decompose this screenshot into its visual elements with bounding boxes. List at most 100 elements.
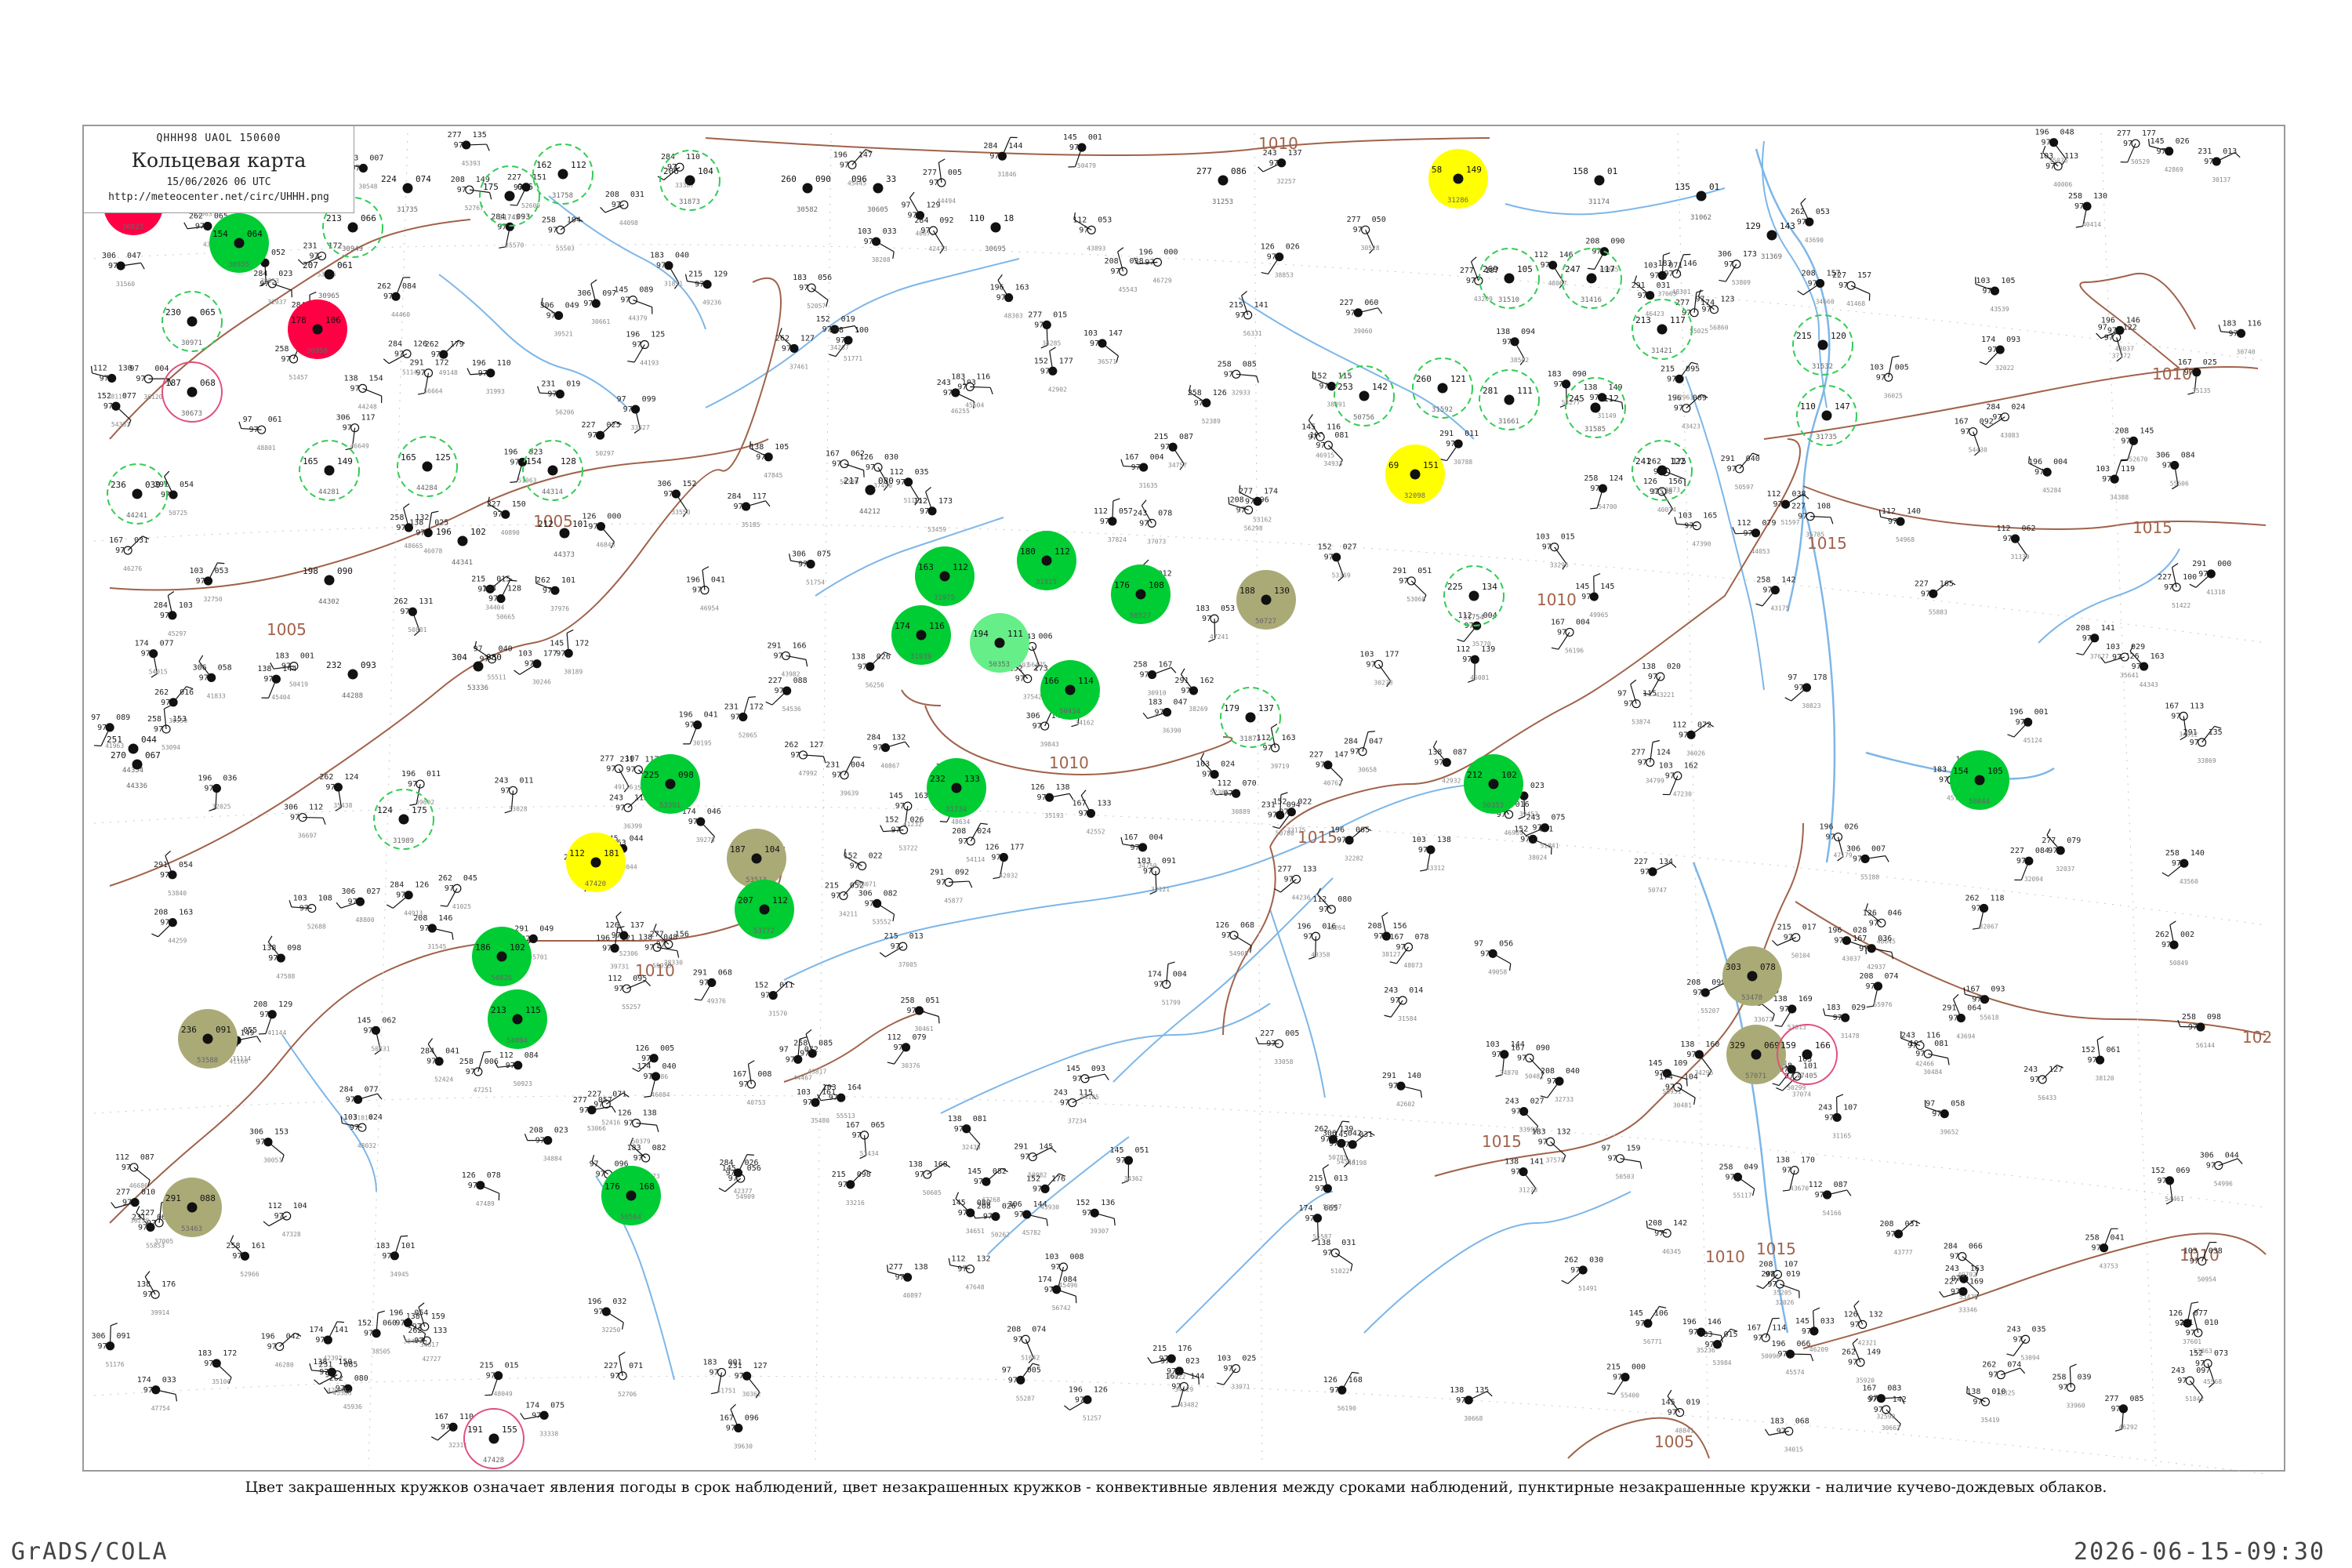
plot-number: 306 [2156,451,2170,459]
plot-number: 97 [281,355,291,364]
station-marker[interactable]: 188 13050727 [1236,570,1296,630]
station-id: 31989 [393,837,414,845]
station-marker[interactable]: 154 06430935 [209,213,269,273]
plot-number: 152 [844,851,858,860]
plot-id: 43312 [1426,865,1445,872]
plot-number: 97 [441,1423,450,1432]
station-marker[interactable]: 187 10453513 [727,829,786,888]
plot-number: 97 [2157,1177,2166,1185]
plot-id: 55117 [1733,1192,1752,1199]
plot-number: 97 [895,802,905,811]
plot-number: 112 [1534,251,1548,260]
plot-number: 97 [726,1425,735,1433]
station-marker[interactable]: 236 09153588 [178,1009,238,1069]
plot-number: 161 [822,1088,836,1097]
plot-number: 061 [2107,1046,2121,1054]
station-pressure: 112 [1054,546,1070,557]
plot-id: 43083 [2000,432,2019,439]
plot-number: 277 [1675,299,1690,307]
plot-number: 97 [1266,1040,1276,1048]
station-marker[interactable]: 212 10250353 [1464,754,1523,814]
wind-barb-flag [746,1154,754,1156]
plot-id: 33296 [1550,562,1569,569]
plot-number: 97 [1434,759,1443,768]
plot-number: 97 [1693,989,1702,997]
plot-number: 284 [1986,403,2000,412]
plot-number: 127 [2049,1065,2063,1074]
plot-number: 165 [1940,579,1954,588]
station-marker[interactable]: 166 11450434 [1040,660,1100,720]
station-marker[interactable]: 180 11231915 [1017,531,1076,590]
plot-number: 306 [1026,712,1040,720]
plot-number: 126 [2169,1309,2183,1318]
plot-number: 97 [615,804,625,812]
plot-number: 97 [524,660,534,669]
station-marker[interactable]: 225 09853391 [641,754,700,814]
plot-number: 277 [923,169,937,177]
plot-number: 291 [930,868,944,877]
station-pressure: 090 [337,566,353,576]
plot-number: 141 [1530,1158,1544,1167]
station-marker[interactable]: 291 08853463 [162,1178,222,1237]
station-marker[interactable]: 213 11554094 [488,989,547,1049]
station-marker[interactable]: 186 10254026 [472,927,532,986]
plot-id: 37976 [550,605,569,612]
station-temperature: 281 [1483,386,1498,396]
plot-number: 052 [271,249,285,257]
plot-number: 97 [260,1011,269,1019]
wind-barb-flag [748,696,756,699]
station-marker[interactable]: 207 11253772 [735,880,794,939]
plot-number: 144 [1511,1040,1525,1049]
plot-number: 152 [1076,1199,1090,1207]
plot-number: 144 [282,665,296,673]
station-marker[interactable]: 174 11631939 [891,605,951,665]
plot-number: 103 [797,1088,811,1097]
plot-number: 048 [2060,129,2074,137]
station-marker[interactable]: 303 07853478 [1722,946,1782,1006]
plot-number: 095 [1686,365,1700,373]
station-marker[interactable]: 112 18147420 [566,833,626,892]
plot-number: 015 [1724,1330,1738,1339]
station-marker[interactable]: 178 10630958 [288,299,347,359]
plot-id: 54114 [966,856,985,863]
plot-id: 42900 [327,1387,346,1394]
cloud-cover-icon [347,669,358,680]
station-pressure: 111 [1007,629,1023,639]
plot-number: 103 [2106,643,2120,652]
station-marker[interactable]: 163 11231975 [915,546,975,606]
plot-number: 97 [1665,1083,1675,1092]
plot-number: 97 [840,161,849,169]
station-marker[interactable]: 69 15132098 [1385,445,1445,504]
station-id: 30958 [307,347,328,355]
plot-number: 098 [857,1171,871,1179]
station-marker[interactable]: 176 16850564 [601,1166,661,1225]
plot-id: 45081 [1470,674,1489,681]
station-marker[interactable]: 154 10550844 [1950,750,2009,810]
plot-number: 97 [1992,413,2002,422]
plot-number: 138 [1437,836,1451,844]
plot-id: 51422 [2172,602,2190,609]
station-id: 47420 [585,880,606,888]
plot-number: 090 [1536,1044,1550,1053]
plot-id: 31278 [1519,1187,1537,1194]
cloud-cover-icon [1751,1049,1762,1060]
station-pressure: 143 [1780,221,1795,231]
plot-id: 53809 [1732,279,1751,286]
station-marker[interactable]: 194 11150353 [970,613,1029,673]
station-pressure: 080 [486,652,502,662]
plot-number: 153 [274,1128,289,1137]
plot-id: 43777 [1894,1249,1913,1256]
plot-number: 146 [2126,316,2140,325]
plot-number: 176 [1051,1174,1065,1183]
plot-number: 97 [2048,847,2057,855]
station-marker[interactable]: 176 10850527 [1111,564,1171,624]
station-marker[interactable]: 58 14931286 [1428,149,1488,209]
cloud-cover-icon [324,465,335,476]
station-marker[interactable]: 232 13331734 [927,758,986,818]
plot-number: 97 [1079,226,1088,234]
plot-id: 42466 [1915,1061,1934,1068]
plot-number: 97 [1040,367,1050,376]
plot-id: 50007 [1323,1203,1341,1210]
plot-number: 103 [518,650,532,659]
plot-number: 196 [990,284,1004,292]
